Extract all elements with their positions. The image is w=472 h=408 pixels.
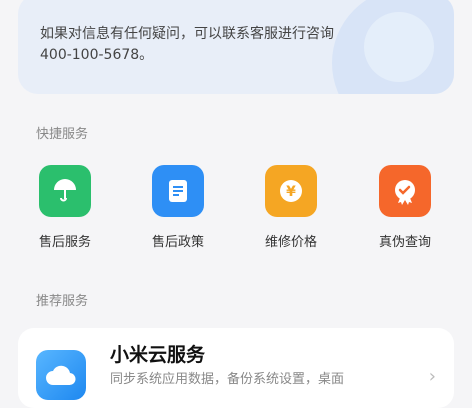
cloud-icon (36, 350, 86, 400)
service-label: 真伪查询 (378, 235, 431, 250)
service-description: 同步系统应用数据，备份系统设置，桌面 (110, 372, 345, 387)
badge-check-icon (379, 165, 431, 217)
recommended-services-title: 推荐服务 (36, 294, 89, 309)
service-after-sales[interactable]: 售后服务 (20, 165, 110, 250)
service-name: 小米云服务 (110, 344, 206, 366)
contact-info-text: 如果对信息有任何疑问，可以联系客服进行咨询 400-100-5678。 (40, 24, 400, 66)
service-authenticity[interactable]: 真伪查询 (360, 165, 450, 250)
umbrella-icon (39, 165, 91, 217)
service-label: 售后政策 (151, 235, 204, 250)
svg-text:¥: ¥ (286, 184, 296, 200)
contact-phone[interactable]: 400-100-5678。 (40, 45, 400, 66)
quick-services-grid: 售后服务 售后政策 ¥ 维修价格 真伪查询 (0, 165, 472, 255)
service-policy[interactable]: 售后政策 (133, 165, 223, 250)
service-repair-price[interactable]: ¥ 维修价格 (246, 165, 336, 250)
contact-info-line: 如果对信息有任何疑问，可以联系客服进行咨询 (40, 26, 334, 42)
yen-icon: ¥ (265, 165, 317, 217)
contact-info-card: 如果对信息有任何疑问，可以联系客服进行咨询 400-100-5678。 (18, 0, 454, 94)
document-icon (152, 165, 204, 217)
quick-services-title: 快捷服务 (36, 127, 89, 142)
mi-cloud-card[interactable]: 小米云服务 同步系统应用数据，备份系统设置，桌面 › (18, 328, 454, 408)
service-label: 售后服务 (38, 235, 91, 250)
service-label: 维修价格 (264, 235, 317, 250)
